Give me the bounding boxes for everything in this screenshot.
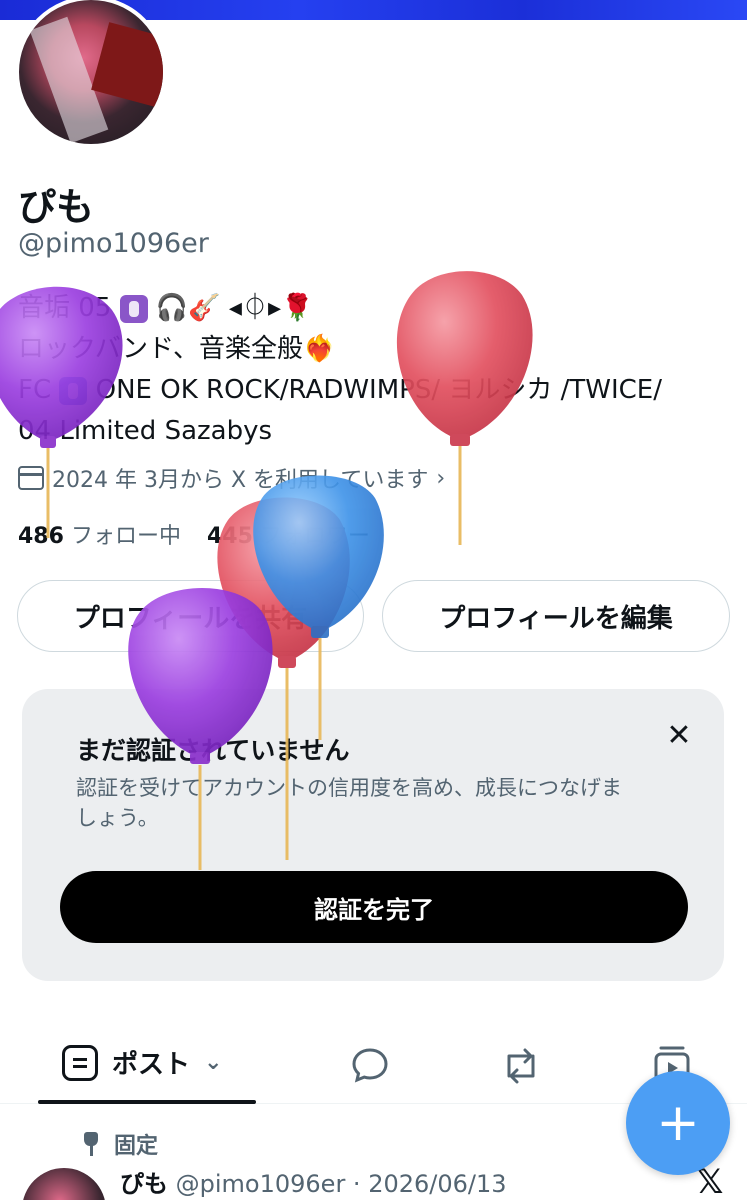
followers-label: フォロワー <box>259 524 370 549</box>
bio-line-2: ロックバンド、音楽全般❤️‍🔥 <box>18 334 336 364</box>
arrow-right-emoji-icon <box>59 376 88 405</box>
follow-stats: 486 フォロー中 445 フォロワー <box>18 518 370 550</box>
chevron-down-icon: ⌄ <box>204 1050 223 1075</box>
active-tab-indicator <box>38 1100 256 1104</box>
bio-line-3-text: ONE OK ROCK/RADWIMPS/ ヨルシカ /TWICE/ <box>95 375 662 405</box>
chevron-right-icon: › <box>436 465 446 491</box>
post-author-meta: @pimo1096er · 2026/06/13 <box>168 1170 507 1198</box>
bio-line-3-prefix: FC <box>18 375 52 405</box>
complete-verification-button[interactable]: 認証を完了 <box>60 871 688 943</box>
following-link[interactable]: 486 フォロー中 <box>18 518 181 550</box>
verification-title: まだ認証されていません <box>76 736 350 765</box>
post-author-avatar[interactable] <box>22 1168 106 1200</box>
bio-line-1-text: 音垢 05 <box>18 293 112 323</box>
joined-text: 2024 年 3月から X を利用しています <box>52 468 429 493</box>
bio-line-1-emoji: 🎧🎸 ◂⏀▸🌹 <box>155 293 314 323</box>
pinned-indicator: 固定 <box>80 1128 158 1160</box>
pin-icon <box>80 1130 102 1158</box>
close-icon[interactable]: ✕ <box>662 719 696 753</box>
post-icon <box>62 1044 98 1081</box>
bio-line-1: 音垢 05 🎧🎸 ◂⏀▸🌹 <box>18 288 718 329</box>
tab-posts[interactable]: ポスト ⌄ <box>62 1044 222 1081</box>
post-author-name: ぴも <box>120 1170 168 1198</box>
compose-post-button[interactable]: + <box>626 1071 730 1175</box>
profile-avatar[interactable] <box>15 0 167 148</box>
restroom-emoji-icon <box>119 294 148 323</box>
reposts-icon[interactable] <box>500 1046 542 1086</box>
tab-posts-label: ポスト <box>112 1050 191 1080</box>
edit-profile-button[interactable]: プロフィールを編集 <box>382 580 730 652</box>
verification-description: 認証を受けてアカウントの信用度を高め、成長につなげましょう。 <box>76 776 622 830</box>
pinned-label: 固定 <box>114 1134 159 1159</box>
bio-line-3: FC ONE OK ROCK/RADWIMPS/ ヨルシカ /TWICE/ <box>18 370 718 411</box>
plus-icon: + <box>656 1093 700 1153</box>
joined-date[interactable]: 2024 年 3月から X を利用しています › <box>18 462 445 494</box>
share-profile-button[interactable]: プロフィールを共有 <box>17 580 364 652</box>
replies-icon[interactable] <box>350 1046 390 1086</box>
followers-count: 445 <box>206 524 253 549</box>
following-label: フォロー中 <box>70 524 181 549</box>
followers-link[interactable]: 445 フォロワー <box>207 518 370 550</box>
verification-card: まだ認証されていません ✕ 認証を受けてアカウントの信用度を高め、成長につなげま… <box>22 689 724 981</box>
following-count: 486 <box>18 524 64 549</box>
post-header[interactable]: ぴも @pimo1096er · 2026/06/13 <box>120 1164 507 1199</box>
profile-bio: 音垢 05 🎧🎸 ◂⏀▸🌹 ロックバンド、音楽全般❤️‍🔥 FC ONE OK … <box>18 288 718 452</box>
profile-name: ぴも <box>18 185 95 229</box>
bio-line-4: 04 Limited Sazabys <box>18 416 273 446</box>
calendar-icon <box>18 466 44 490</box>
profile-handle: @pimo1096er <box>18 228 209 259</box>
